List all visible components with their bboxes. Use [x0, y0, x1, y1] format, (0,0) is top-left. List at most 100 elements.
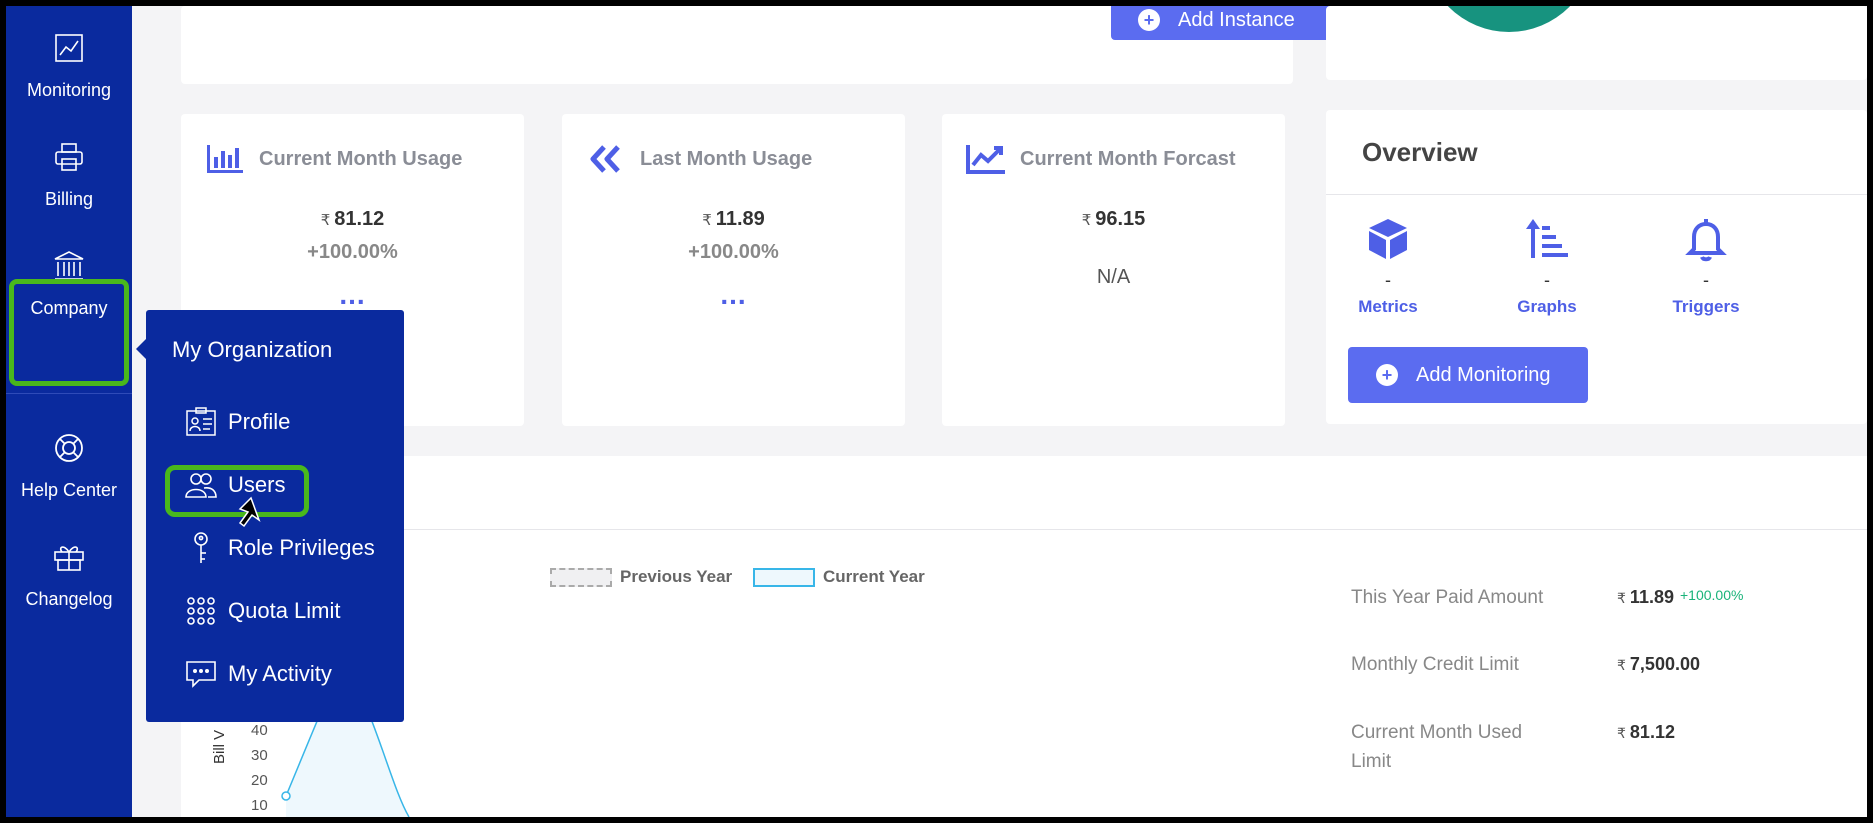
sidebar-item-help-center[interactable]: Help Center	[6, 406, 132, 516]
graphs-label: Graphs	[1517, 297, 1577, 316]
gift-box-icon	[49, 537, 89, 577]
this-year-paid-label: This Year Paid Amount	[1351, 587, 1544, 608]
company-highlight	[9, 279, 129, 386]
menu-pointer	[136, 339, 146, 359]
y-tick-label: 40	[251, 722, 268, 739]
menu-item-label: Users	[228, 472, 286, 497]
billing-summary-card: Previous Year Current Year Bill V 40 30 …	[181, 456, 1867, 817]
stat-amount: 96.15	[1095, 208, 1146, 230]
users-icon	[184, 468, 218, 502]
sort-arrow-icon	[1522, 214, 1572, 264]
menu-item-profile[interactable]: Profile	[184, 405, 290, 439]
stat-title: Last Month Usage	[640, 147, 813, 170]
stat-title: Current Month Usage	[259, 147, 463, 170]
sidebar-item-label: Monitoring	[26, 80, 112, 100]
y-tick-label: 30	[251, 747, 268, 764]
triggers-label: Triggers	[1672, 297, 1740, 316]
stat-amount: 81.12	[334, 208, 385, 230]
sidebar-divider	[6, 393, 132, 394]
stat-percent: +100.00%	[688, 241, 779, 263]
grid-dots-icon	[184, 594, 218, 628]
currency-symbol: ₹	[702, 212, 712, 229]
lifebuoy-icon	[49, 428, 89, 468]
currency-symbol: ₹	[1617, 590, 1626, 606]
menu-item-label: Role Privileges	[228, 535, 375, 560]
stat-amount: 11.89	[715, 208, 765, 230]
change-badge: +100.00%	[1679, 587, 1744, 603]
amount: 81.12	[1629, 722, 1675, 742]
overview-title: Overview	[1362, 137, 1478, 167]
menu-item-role-privileges[interactable]: Role Privileges	[184, 531, 375, 565]
stat-title: Current Month Forcast	[1020, 147, 1236, 170]
usage-chart-card	[1326, 6, 1867, 80]
id-card-icon	[184, 405, 218, 439]
menu-item-label: My Activity	[228, 661, 332, 686]
metrics-label: Metrics	[1358, 297, 1418, 316]
stat-header: Current Month Usage	[203, 142, 462, 176]
sidebar-item-label: Changelog	[25, 589, 113, 609]
sidebar-item-label: Help Center	[20, 480, 118, 500]
current-month-forecast-card: Current Month Forcast ₹96.15 N/A	[942, 114, 1285, 426]
legend-current-year[interactable]: Current Year	[753, 567, 925, 587]
legend-previous-year[interactable]: Previous Year	[550, 567, 732, 587]
last-month-usage-card: Last Month Usage ₹11.89 +100.00% ...	[562, 114, 905, 426]
sidebar-item-billing[interactable]: Billing	[6, 115, 132, 225]
overview-triggers[interactable]: - Triggers	[1651, 214, 1761, 317]
double-chevron-left-icon	[584, 142, 628, 176]
stat-header: Current Month Forcast	[964, 142, 1236, 176]
currency-symbol: ₹	[1617, 657, 1626, 673]
trend-up-icon	[964, 142, 1008, 176]
menu-item-label: Profile	[228, 409, 291, 434]
bar-chart-icon	[203, 142, 247, 176]
stat-value: ₹96.15	[942, 208, 1285, 231]
monthly-credit-limit-label: Monthly Credit Limit	[1351, 654, 1519, 675]
metrics-count: -	[1385, 270, 1391, 290]
menu-item-my-activity[interactable]: My Activity	[184, 657, 332, 691]
company-menu: My Organization Profile Users Role Privi…	[146, 310, 404, 722]
legend-swatch	[550, 567, 612, 587]
overview-metrics[interactable]: - Metrics	[1333, 214, 1443, 317]
add-monitoring-button[interactable]: + Add Monitoring	[1348, 347, 1588, 403]
more-dots[interactable]: ...	[562, 279, 905, 311]
triggers-count: -	[1703, 270, 1709, 290]
more-dots[interactable]: ...	[181, 279, 524, 311]
add-instance-button[interactable]: + Add Instance	[1111, 6, 1332, 40]
current-month-used-limit-value: ₹81.12	[1617, 722, 1675, 743]
amount: 7,500.00	[1629, 654, 1700, 674]
currency-symbol: ₹	[1617, 725, 1626, 741]
y-tick-label: 20	[251, 772, 268, 789]
printer-icon	[49, 137, 89, 177]
sidebar-item-label: Billing	[44, 189, 94, 209]
sidebar: Monitoring Billing Company Help Center C…	[6, 6, 132, 817]
plus-circle-icon: +	[1376, 364, 1398, 386]
instances-card: + Add Instance	[181, 6, 1332, 84]
cube-icon	[1363, 214, 1413, 264]
label-line: Limit	[1351, 751, 1392, 772]
stat-value: ₹81.12	[181, 208, 524, 231]
menu-title: My Organization	[172, 337, 333, 362]
mouse-cursor-icon	[238, 496, 261, 528]
y-axis-title: Bill V	[211, 729, 228, 764]
stat-header: Last Month Usage	[584, 142, 812, 176]
currency-symbol: ₹	[1081, 212, 1092, 229]
divider	[1326, 194, 1867, 195]
legend-label: Current Year	[823, 567, 925, 586]
sidebar-item-monitoring[interactable]: Monitoring	[6, 6, 132, 116]
add-monitoring-label: Add Monitoring	[1416, 363, 1551, 386]
stat-percent: +100.00%	[307, 241, 398, 263]
chat-icon	[184, 657, 218, 691]
chart-line-icon	[49, 28, 89, 68]
app-window: Monitoring Billing Company Help Center C…	[6, 6, 1867, 817]
menu-item-quota-limit[interactable]: Quota Limit	[184, 594, 341, 628]
overview-graphs[interactable]: - Graphs	[1492, 214, 1602, 317]
bell-icon	[1681, 214, 1731, 264]
menu-item-label: Quota Limit	[228, 598, 341, 623]
stat-value: ₹11.89	[562, 208, 905, 231]
amount: 11.89	[1629, 587, 1674, 607]
current-month-used-limit-label: Current Month Used Limit	[1351, 722, 1522, 780]
sidebar-item-changelog[interactable]: Changelog	[6, 515, 132, 625]
key-icon	[184, 531, 218, 565]
overview-card: Overview - Metrics - Graphs - Triggers +…	[1326, 110, 1867, 424]
currency-symbol: ₹	[320, 212, 331, 229]
label-line: Current Month Used	[1351, 722, 1523, 743]
